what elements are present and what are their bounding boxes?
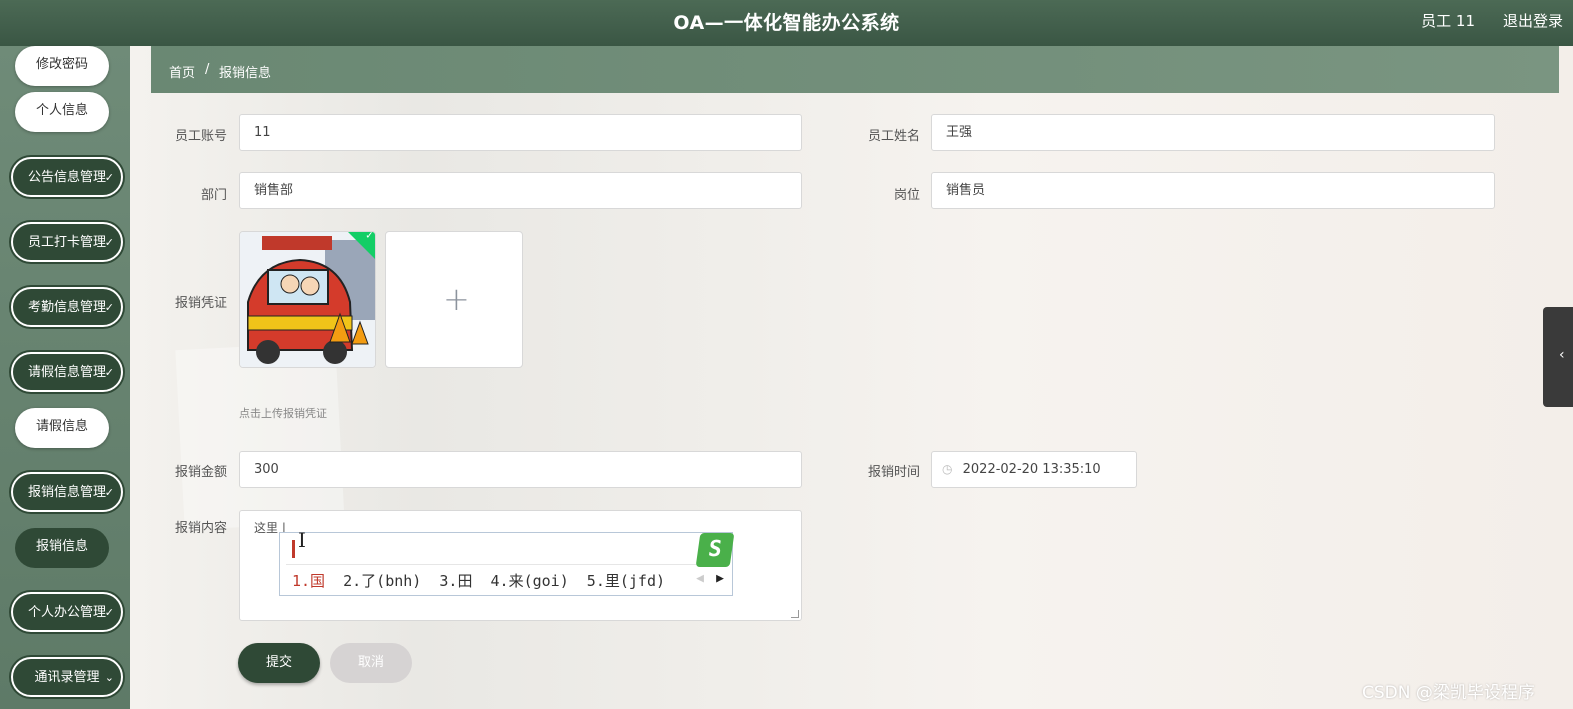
sidebar-item-label: 公告信息管理	[27, 170, 106, 185]
time-picker[interactable]: ◷ 2022-02-20 13:35:10	[931, 451, 1137, 488]
content-label: 报销内容	[174, 521, 227, 536]
sidebar-item-label: 报销信息管理	[27, 485, 106, 500]
breadcrumb-current: 报销信息	[219, 66, 272, 81]
ime-candidate-first[interactable]: 1.国	[292, 572, 325, 590]
chevron-icon: ✓	[104, 366, 114, 379]
account-field[interactable]: 11	[239, 114, 802, 151]
time-label: 报销时间	[867, 465, 920, 480]
sidebar-item-office-management[interactable]: 个人办公管理 ✓	[11, 592, 123, 632]
chevron-icon: ✓	[104, 486, 114, 499]
ime-prev-icon[interactable]: ◀	[696, 571, 704, 586]
chevron-icon: ✓	[104, 606, 114, 619]
name-field[interactable]: 王强	[931, 114, 1495, 151]
upload-add-button[interactable]: +	[385, 231, 523, 368]
department-label: 部门	[200, 188, 227, 203]
ime-caret	[292, 540, 295, 558]
sidebar-item-notice-management[interactable]: 公告信息管理 ✓	[11, 157, 123, 197]
current-user: 员工 11	[1421, 12, 1475, 30]
sidebar-item-label: 修改密码	[35, 57, 88, 72]
voucher-label: 报销凭证	[174, 296, 227, 311]
account-label: 员工账号	[174, 129, 227, 144]
ime-candidates[interactable]: 1.国 2.了(bnh) 3.田 4.来(goi) 5.里(jfd)	[292, 570, 665, 591]
resize-handle[interactable]	[791, 610, 799, 618]
logout-link[interactable]: 退出登录	[1503, 10, 1563, 31]
top-header: OA—一体化智能办公系统 员工 11 退出登录	[0, 0, 1573, 46]
sidebar-item-attendance-management[interactable]: 考勤信息管理 ✓	[11, 287, 123, 327]
sidebar-item-label: 考勤信息管理	[27, 300, 106, 315]
sidebar-item-label: 请假信息管理	[27, 365, 106, 380]
clock-icon: ◷	[942, 462, 953, 476]
sidebar-item-label: 请假信息	[35, 419, 88, 434]
sidebar: 修改密码 个人信息 公告信息管理 ✓ 员工打卡管理 ✓ 考勤信息管理 ✓ 请假信息管理…	[0, 46, 130, 709]
watermark: CSDN @梁凯毕设程序	[1362, 683, 1535, 703]
sidebar-item-label: 个人信息	[35, 103, 88, 118]
sidebar-item-contacts-management[interactable]: 通讯录管理 ⌄	[11, 657, 123, 697]
upload-hint: 点击上传报销凭证	[239, 407, 327, 420]
check-icon: ✓	[365, 231, 374, 242]
voucher-image	[240, 232, 375, 367]
side-drawer-tab[interactable]: ‹	[1543, 307, 1573, 407]
post-label: 岗位	[893, 188, 920, 203]
breadcrumb-home[interactable]: 首页	[169, 62, 195, 81]
chevron-icon: ✓	[104, 236, 114, 249]
sidebar-item-label: 通讯录管理	[34, 670, 100, 685]
submit-button[interactable]: 提交	[238, 643, 320, 683]
sidebar-item-leave-management[interactable]: 请假信息管理 ✓	[11, 352, 123, 392]
background-decoration	[175, 341, 345, 531]
ime-next-icon[interactable]: ▶	[716, 571, 724, 586]
sidebar-item-leave-info[interactable]: 请假信息	[15, 408, 109, 448]
sidebar-item-reimburse-management[interactable]: 报销信息管理 ✓	[11, 472, 123, 512]
sidebar-item-label: 报销信息	[35, 539, 88, 554]
voucher-thumbnail[interactable]: ✓	[239, 231, 376, 368]
cancel-button[interactable]: 取消	[330, 643, 412, 683]
name-label: 员工姓名	[867, 129, 920, 144]
sidebar-item-clockin-management[interactable]: 员工打卡管理 ✓	[11, 222, 123, 262]
breadcrumb-separator: /	[205, 62, 210, 77]
sidebar-item-label: 员工打卡管理	[27, 235, 106, 250]
chevron-left-icon: ‹	[1559, 347, 1565, 363]
ime-logo-icon: S	[695, 533, 735, 567]
ime-candidate-window: 1.国 2.了(bnh) 3.田 4.来(goi) 5.里(jfd) S ◀ ▶	[279, 532, 735, 596]
ime-candidate-rest[interactable]: 2.了(bnh) 3.田 4.来(goi) 5.里(jfd)	[325, 572, 665, 590]
text-cursor-icon: I	[298, 528, 306, 552]
sidebar-item-change-password[interactable]: 修改密码	[15, 46, 109, 86]
amount-label: 报销金额	[174, 465, 227, 480]
chevron-icon: ✓	[104, 171, 114, 184]
department-field[interactable]: 销售部	[239, 172, 802, 209]
chevron-down-icon: ⌄	[104, 671, 114, 684]
chevron-icon: ✓	[104, 301, 114, 314]
sidebar-item-personal-info[interactable]: 个人信息	[15, 92, 109, 132]
breadcrumb: 首页 / 报销信息	[151, 46, 1559, 93]
app-title: OA—一体化智能办公系统	[673, 12, 900, 34]
sidebar-item-label: 个人办公管理	[27, 605, 106, 620]
post-field[interactable]: 销售员	[931, 172, 1495, 209]
ime-divider	[286, 564, 696, 565]
time-value: 2022-02-20 13:35:10	[962, 462, 1101, 477]
plus-icon: +	[443, 280, 470, 318]
sidebar-item-reimburse-info[interactable]: 报销信息	[15, 528, 109, 568]
amount-field[interactable]: 300	[239, 451, 802, 488]
